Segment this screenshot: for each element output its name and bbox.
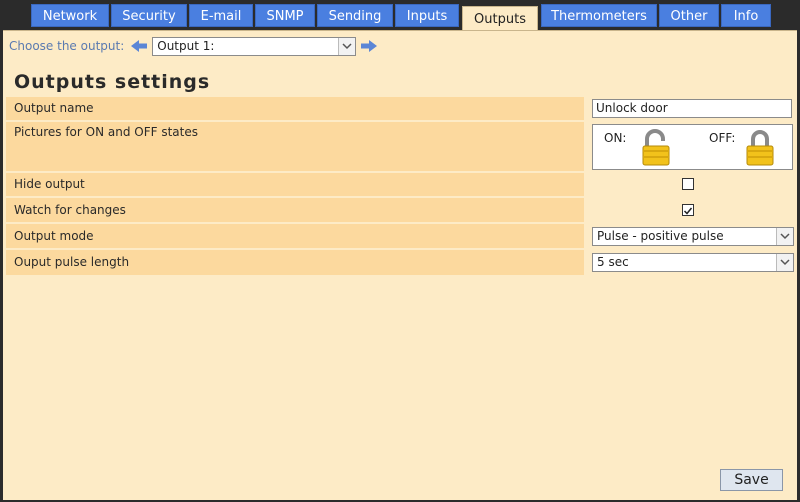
hide-output-cell <box>590 173 794 196</box>
output-mode-cell: Pulse - positive pulse <box>590 224 794 248</box>
output-mode-value: Pulse - positive pulse <box>597 229 724 243</box>
output-name-cell: Unlock door <box>590 97 794 120</box>
output-chooser: Choose the output: Output 1: <box>9 36 378 56</box>
tab-snmp[interactable]: SNMP <box>255 4 315 27</box>
tab-email[interactable]: E-mail <box>189 4 253 27</box>
arrow-left-icon[interactable] <box>130 39 148 53</box>
hide-output-checkbox[interactable] <box>682 178 694 190</box>
setting-row-output-name: Output name Unlock door <box>6 97 794 122</box>
off-label: OFF: <box>709 131 736 145</box>
on-label: ON: <box>604 131 627 145</box>
pulse-length-value: 5 sec <box>597 255 629 269</box>
checkmark-icon <box>683 207 693 215</box>
watch-changes-label: Watch for changes <box>6 198 584 222</box>
save-button[interactable]: Save <box>720 469 783 491</box>
tab-security[interactable]: Security <box>111 4 187 27</box>
pulse-length-select[interactable]: 5 sec <box>592 253 794 272</box>
chevron-down-icon <box>776 254 793 271</box>
pictures-label: Pictures for ON and OFF states <box>6 122 584 171</box>
chooser-label: Choose the output: <box>9 39 125 53</box>
arrow-right-icon[interactable] <box>360 39 378 53</box>
watch-changes-cell <box>590 198 794 222</box>
output-mode-label: Output mode <box>6 224 584 248</box>
tab-info[interactable]: Info <box>721 4 771 27</box>
output-mode-select[interactable]: Pulse - positive pulse <box>592 227 794 246</box>
output-select-value: Output 1: <box>157 38 215 53</box>
tab-network[interactable]: Network <box>31 4 109 27</box>
chevron-down-icon <box>338 37 356 55</box>
setting-row-output-mode: Output mode Pulse - positive pulse <box>6 224 794 250</box>
pictures-cell: ON: OFF: <box>590 122 794 171</box>
locked-padlock-icon[interactable] <box>745 129 775 167</box>
app-frame: Network Security E-mail SNMP Sending Inp… <box>3 0 797 500</box>
setting-row-hide-output: Hide output <box>6 173 794 198</box>
watch-changes-checkbox[interactable] <box>682 204 694 216</box>
hide-output-label: Hide output <box>6 173 584 196</box>
chevron-down-icon <box>776 228 793 245</box>
tab-inputs[interactable]: Inputs <box>395 4 459 27</box>
output-select[interactable]: Output 1: <box>152 36 357 56</box>
tab-sending[interactable]: Sending <box>317 4 393 27</box>
pulse-length-cell: 5 sec <box>590 250 794 275</box>
tab-thermometers[interactable]: Thermometers <box>541 4 657 27</box>
output-name-label: Output name <box>6 97 584 120</box>
tab-bar: Network Security E-mail SNMP Sending Inp… <box>3 0 797 30</box>
tab-outputs[interactable]: Outputs <box>462 6 538 30</box>
unlocked-padlock-icon[interactable] <box>641 129 671 167</box>
outputs-panel: Choose the output: Output 1: Outputs set… <box>3 30 797 500</box>
setting-row-pictures: Pictures for ON and OFF states ON: OFF: <box>6 122 794 173</box>
pulse-length-label: Ouput pulse length <box>6 250 584 275</box>
tab-other[interactable]: Other <box>659 4 719 27</box>
setting-row-pulse-length: Ouput pulse length 5 sec <box>6 250 794 277</box>
setting-row-watch-changes: Watch for changes <box>6 198 794 224</box>
output-name-input[interactable]: Unlock door <box>592 99 792 118</box>
pictures-box: ON: OFF: <box>592 124 793 170</box>
settings-table: Output name Unlock door Pictures for ON … <box>6 97 794 277</box>
page-title: Outputs settings <box>14 71 211 93</box>
